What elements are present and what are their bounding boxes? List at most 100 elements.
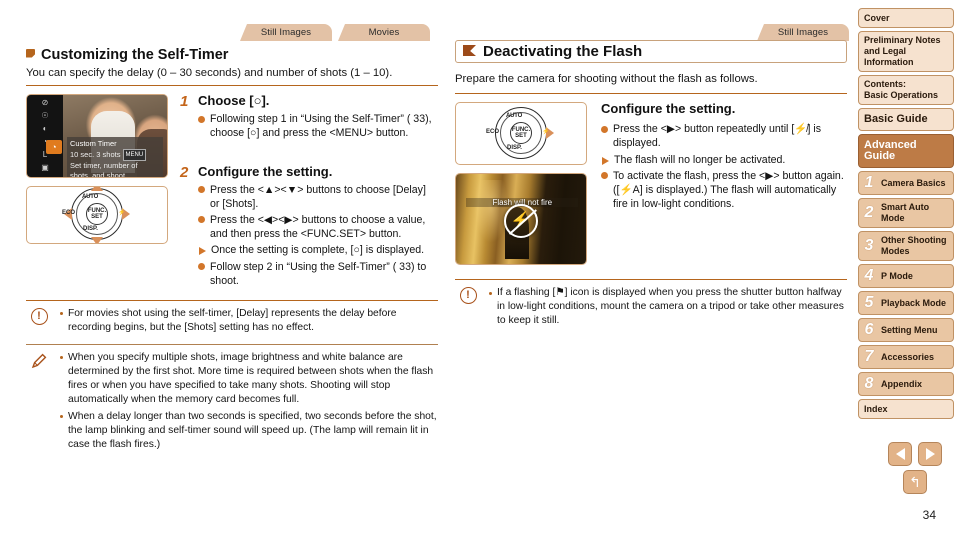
sidebar-item-other-shooting-modes[interactable]: 3 Other Shooting Modes (858, 231, 954, 261)
sidebar-item-preliminary-notes[interactable]: Preliminary Notes and Legal Information (858, 31, 954, 72)
chapter-label: Smart Auto Mode (881, 202, 930, 223)
sidebar-item-p-mode[interactable]: 4 P Mode (858, 264, 954, 288)
right-column: Deactivating the Flash Prepare the camer… (455, 40, 847, 331)
caution-icon: ! (455, 286, 481, 331)
chapter-label: P Mode (881, 270, 913, 281)
chapter-number: 8 (864, 375, 874, 392)
step-2-bullet: Press the <◀><▶> buttons to choose a val… (198, 213, 438, 241)
chapter-number: 2 (864, 204, 874, 221)
chapter-number: 4 (864, 267, 874, 284)
step-1-number: 1 (180, 93, 189, 111)
note-text: When you specify multiple shots, image b… (68, 351, 434, 405)
left-heading-text: Customizing the Self-Timer (41, 47, 229, 63)
lcd-info-line1: 10 sec. 3 shots MENU (70, 149, 160, 162)
self-timer-lcd-figure: ⊘ ☉ ◐ ◔ L ▣ ◔ Custom Timer 10 sec. 3 sho… (26, 94, 168, 179)
note-text: When a delay longer than two seconds is … (68, 410, 437, 450)
step-1-title: Choose [○]. (198, 93, 270, 109)
caution-item: If a flashing [⚑] icon is displayed when… (489, 286, 847, 328)
right-step-bullet-text: To activate the flash, press the <▶> but… (613, 169, 844, 211)
tab-movies: Movies (338, 24, 430, 41)
no-flash-photo-figure: Flash will not fire ⚡ (455, 173, 587, 266)
sidebar-item-basic-guide[interactable]: Basic Guide (858, 108, 954, 131)
result-triangle-icon (199, 247, 206, 256)
step-2-result: Once the setting is complete, [○] is dis… (198, 243, 438, 257)
dial-flash-icon: ⚡ (118, 210, 126, 217)
right-heading-text: Deactivating the Flash (483, 43, 643, 60)
bullet-square-icon (60, 312, 63, 316)
right-step-title: Configure the setting. (601, 101, 736, 117)
right-figures: AUTO DISP. ECO ⚡ FUNC. SET Flash will no… (455, 102, 587, 266)
dial-bottom-label: DISP. (83, 226, 98, 233)
step-2-bullet-text: Follow step 2 in “Using the Self-Timer” … (210, 260, 427, 287)
bullet-dot-icon (198, 115, 205, 123)
sidebar-item-index[interactable]: Index (858, 399, 954, 419)
page-number: 34 (922, 508, 936, 522)
sidebar-item-accessories[interactable]: 7 Accessories (858, 345, 954, 369)
chapter-number: 7 (864, 348, 874, 365)
self-timer-off-icon: ⊘ (41, 98, 49, 108)
prev-page-icon[interactable] (888, 442, 912, 466)
dial-top-label: AUTO (82, 194, 99, 201)
left-steps: 1 Choose [○]. Following step 1 in “Using… (180, 93, 438, 290)
note-item: When a delay longer than two seconds is … (60, 410, 438, 452)
sidebar-item-cover[interactable]: Cover (858, 8, 954, 28)
camera-control-dial: AUTO DISP. ECO ⚡ FUNC. SET (60, 187, 134, 244)
sidebar-item-advanced-guide[interactable]: Advanced Guide (858, 134, 954, 168)
caution-text: If a flashing [⚑] icon is displayed when… (497, 287, 844, 327)
manual-page: Still Images Movies Customizing the Self… (0, 0, 954, 534)
bullet-dot-icon (198, 263, 205, 271)
sidebar-item-smart-auto-mode[interactable]: 2 Smart Auto Mode (858, 198, 954, 228)
right-steps: Configure the setting. Press the <▶> but… (601, 101, 847, 265)
step-2-title: Configure the setting. (198, 163, 333, 179)
left-caution-box: ! For movies shot using the self-timer, … (26, 301, 438, 338)
tab-still-images: Still Images (240, 24, 332, 41)
lcd-info-line3: shots, and shoot (70, 171, 126, 179)
lcd-selected-icon: ◔ (51, 142, 57, 153)
step-2-bullet-text: Press the <◀><▶> buttons to choose a val… (210, 213, 426, 241)
corridor-photo: Flash will not fire ⚡ (456, 174, 586, 265)
sidebar-item-setting-menu[interactable]: 6 Setting Menu (858, 318, 954, 342)
left-heading-rule (26, 85, 438, 87)
camera-control-dial: AUTO DISP. ECO ⚡ FUNC. SET (484, 106, 558, 162)
left-section-heading: Customizing the Self-Timer (26, 47, 438, 63)
lcd-info-bar: Custom Timer 10 sec. 3 shots MENU Set ti… (67, 137, 163, 178)
sidebar-item-appendix[interactable]: 8 Appendix (858, 372, 954, 396)
chapter-number: 3 (864, 237, 874, 254)
right-step-bullet-text: Press the <▶> button repeatedly until [⚡… (613, 123, 822, 150)
control-dial-figure-right: AUTO DISP. ECO ⚡ FUNC. SET (455, 102, 587, 166)
flash-off-icon: ⚡ (504, 204, 538, 239)
sidebar-item-camera-basics[interactable]: 1 Camera Basics (858, 171, 954, 195)
chapter-label: Accessories (881, 351, 935, 362)
step-1-bullet: Following step 1 in “Using the Self-Time… (198, 112, 438, 140)
quality-icon: ▣ (41, 163, 49, 173)
right-tab-row: Still Images (757, 24, 849, 41)
left-note-box: When you specify multiple shots, image b… (26, 345, 438, 455)
left-figures: ⊘ ☉ ◐ ◔ L ▣ ◔ Custom Timer 10 sec. 3 sho… (26, 94, 168, 290)
caution-text: For movies shot using the self-timer, [D… (68, 307, 397, 333)
lcd-info-title: Custom Timer (70, 139, 117, 149)
dial-left-label: ECO (486, 128, 500, 135)
chapter-label: Playback Mode (881, 297, 947, 308)
chapter-label: Setting Menu (881, 324, 938, 335)
left-lede: You can specify the delay (0 – 30 second… (26, 67, 393, 79)
next-page-icon[interactable] (918, 442, 942, 466)
dial-left-label: ECO (62, 210, 76, 217)
note-item: When you specify multiple shots, image b… (60, 351, 438, 407)
chapter-label: Camera Basics (881, 177, 946, 188)
step-1: 1 Choose [○]. Following step 1 in “Using… (180, 93, 438, 142)
right-caution-box: ! If a flashing [⚑] icon is displayed wh… (455, 280, 847, 331)
right-step-bullet: To activate the flash, press the <▶> but… (601, 169, 847, 212)
bullet-square-icon (60, 415, 63, 419)
bullet-dot-icon (601, 125, 608, 133)
sidebar-item-contents[interactable]: Contents: Basic Operations (858, 75, 954, 105)
chapter-number: 1 (864, 174, 874, 191)
chapter-sidebar: Cover Preliminary Notes and Legal Inform… (858, 8, 954, 419)
caution-item: For movies shot using the self-timer, [D… (60, 307, 438, 335)
self-timer-10sec-icon: ◐ (42, 124, 48, 134)
sidebar-item-playback-mode[interactable]: 5 Playback Mode (858, 291, 954, 315)
return-icon[interactable]: ↰ (903, 470, 927, 494)
step-1-bullet-text: Following step 1 in “Using the Self-Time… (210, 113, 432, 140)
dial-down-arrow-icon (91, 237, 103, 244)
lcd-icon-rail: ⊘ ☉ ◐ ◔ L ▣ (27, 95, 63, 178)
right-heading-rule (455, 93, 847, 95)
